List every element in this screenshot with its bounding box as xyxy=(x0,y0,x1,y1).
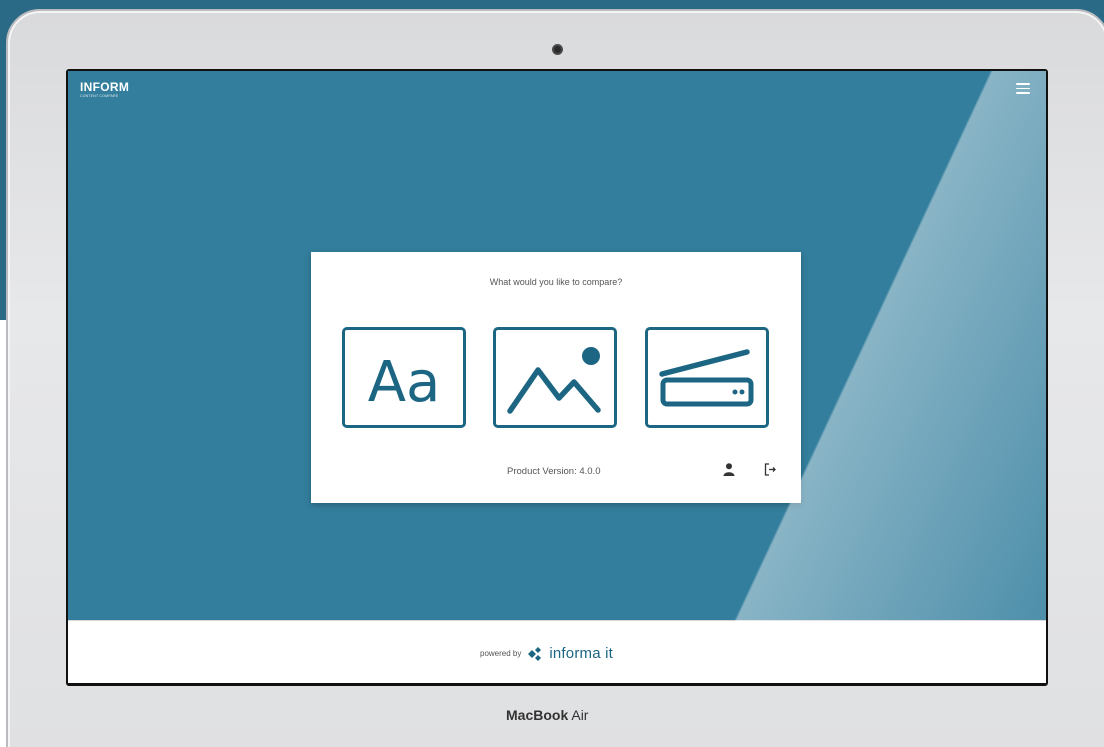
image-compare-button[interactable] xyxy=(493,327,617,428)
brand-logo: INFORM CONTENT COMPARE xyxy=(80,80,130,99)
logout-icon[interactable] xyxy=(764,463,777,476)
powered-by-label: powered by xyxy=(480,649,522,658)
informa-logo-icon xyxy=(528,646,542,661)
hamburger-menu-icon[interactable] xyxy=(1016,83,1030,94)
text-compare-icon: Aa xyxy=(368,350,441,415)
compare-question: What would you like to compare? xyxy=(489,277,623,287)
brand-tagline: CONTENT COMPARE xyxy=(80,94,119,98)
user-icon[interactable] xyxy=(723,463,735,476)
app-screen: INFORM CONTENT COMPARE What would you li… xyxy=(68,71,1046,683)
device-label: MacBook Air xyxy=(506,707,588,723)
vendor-name: informa it xyxy=(549,645,614,662)
text-compare-button[interactable]: Aa xyxy=(342,327,466,428)
footer: powered by informa it xyxy=(68,620,1046,683)
scanner-compare-button[interactable] xyxy=(645,327,769,428)
compare-dialog: What would you like to compare? Aa Produ… xyxy=(311,252,801,503)
powered-by: powered by informa it xyxy=(480,645,613,662)
product-version: Product Version: 4.0.0 xyxy=(507,466,601,477)
device-brand: MacBook xyxy=(506,707,569,723)
brand-name: INFORM xyxy=(80,80,130,94)
image-compare-icon xyxy=(507,347,601,414)
scanner-compare-icon xyxy=(659,349,754,407)
device-model: Air xyxy=(571,707,589,723)
svg-text:Aa: Aa xyxy=(368,350,441,415)
webcam xyxy=(552,44,563,55)
